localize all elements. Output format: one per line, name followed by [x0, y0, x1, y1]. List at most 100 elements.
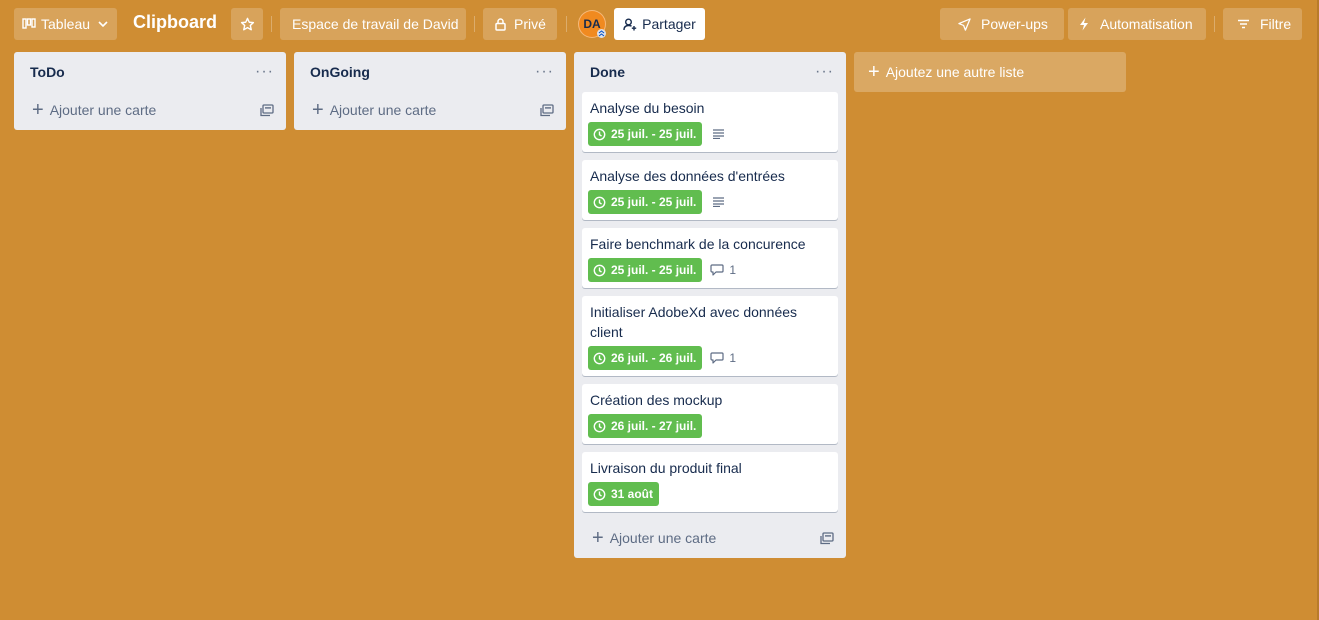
comment-icon: [710, 352, 724, 364]
clock-icon: [593, 264, 606, 277]
clock-icon: [593, 488, 606, 501]
admin-chevron-icon: [597, 29, 606, 38]
divider: [474, 16, 475, 32]
card-title: Création des mockup: [590, 392, 723, 408]
filter-button[interactable]: Filtre: [1223, 8, 1302, 40]
due-date-badge[interactable]: 26 juil. - 27 juil.: [588, 414, 703, 438]
comment-icon: [710, 264, 724, 276]
rocket-icon: [958, 17, 971, 31]
list-header: OnGoing ···: [294, 52, 566, 92]
card-title: Analyse du besoin: [590, 100, 705, 116]
powerups-label: Power-ups: [981, 16, 1048, 32]
card-badges: 31 août: [588, 482, 830, 506]
due-date-badge[interactable]: 25 juil. - 25 juil.: [588, 190, 703, 214]
plus-icon: +: [868, 61, 880, 83]
due-date-badge[interactable]: 25 juil. - 25 juil.: [588, 122, 703, 146]
due-date-text: 25 juil. - 25 juil.: [611, 127, 697, 141]
card-badges: 26 juil. - 26 juil. 1: [588, 346, 830, 370]
due-date-text: 26 juil. - 27 juil.: [611, 419, 697, 433]
clock-icon: [593, 128, 606, 141]
card-badges: 25 juil. - 25 juil.: [588, 122, 830, 146]
comment-badge: 1: [710, 351, 736, 365]
card-badges: 25 juil. - 25 juil. 1: [588, 258, 830, 282]
share-label: Partager: [642, 16, 696, 32]
due-date-text: 26 juil. - 26 juil.: [611, 351, 697, 365]
view-switcher-label: Tableau: [41, 16, 91, 32]
automation-label: Automatisation: [1100, 16, 1193, 32]
plus-icon: +: [312, 99, 324, 121]
description-icon: [712, 197, 725, 207]
board-icon: [22, 18, 36, 30]
workspace-button[interactable]: Espace de travail de David: [280, 8, 466, 40]
card[interactable]: Analyse des données d'entrées 25 juil. -…: [582, 160, 838, 220]
add-person-icon: [623, 18, 637, 31]
comment-count: 1: [729, 351, 737, 365]
list-title[interactable]: OnGoing: [310, 64, 370, 80]
due-date-badge[interactable]: 26 juil. - 26 juil.: [588, 346, 703, 370]
add-list-button[interactable]: + Ajoutez une autre liste: [854, 52, 1126, 92]
chevron-down-icon: [98, 21, 108, 27]
card-template-icon[interactable]: [260, 103, 274, 117]
card-title: Livraison du produit final: [590, 460, 742, 476]
card[interactable]: Création des mockup 26 juil. - 27 juil.: [582, 384, 838, 444]
list-title[interactable]: ToDo: [30, 64, 65, 80]
add-card-button[interactable]: + Ajouter une carte: [574, 520, 846, 556]
card[interactable]: Faire benchmark de la concurence 25 juil…: [582, 228, 838, 288]
more-icon[interactable]: ···: [535, 64, 554, 80]
list-header: ToDo ···: [14, 52, 286, 92]
divider: [1214, 16, 1215, 32]
add-card-label: Ajouter une carte: [49, 102, 157, 118]
due-date-badge[interactable]: 31 août: [588, 482, 660, 506]
list-title[interactable]: Done: [590, 64, 625, 80]
card-template-icon[interactable]: [820, 531, 834, 545]
board-header: Tableau Clipboard Espace de travail de D…: [0, 0, 1319, 48]
add-card-label: Ajouter une carte: [329, 102, 437, 118]
card-template-icon[interactable]: [540, 103, 554, 117]
list-todo: ToDo ··· + Ajouter une carte: [14, 52, 286, 130]
due-date-badge[interactable]: 25 juil. - 25 juil.: [588, 258, 703, 282]
card-badges: 25 juil. - 25 juil.: [588, 190, 830, 214]
list-ongoing: OnGoing ··· + Ajouter une carte: [294, 52, 566, 130]
comment-badge: 1: [710, 263, 736, 277]
add-card-label: Ajouter une carte: [609, 530, 717, 546]
share-button[interactable]: Partager: [614, 8, 705, 40]
more-icon[interactable]: ···: [255, 64, 274, 80]
due-date-text: 25 juil. - 25 juil.: [611, 263, 697, 277]
card-badges: 26 juil. - 27 juil.: [588, 414, 830, 438]
card-title: Analyse des données d'entrées: [590, 168, 785, 184]
card[interactable]: Livraison du produit final 31 août: [582, 452, 838, 512]
lock-icon: [495, 17, 506, 31]
star-button[interactable]: [231, 8, 263, 40]
due-date-text: 31 août: [611, 487, 654, 501]
view-switcher-button[interactable]: Tableau: [14, 8, 117, 40]
automation-button[interactable]: Automatisation: [1068, 8, 1206, 40]
bolt-icon: [1079, 17, 1089, 31]
add-card-button[interactable]: + Ajouter une carte: [294, 92, 566, 128]
card-title: Faire benchmark de la concurence: [590, 236, 806, 252]
comment-count: 1: [729, 263, 737, 277]
star-icon: [240, 17, 255, 32]
visibility-label: Privé: [514, 16, 546, 32]
powerups-button[interactable]: Power-ups: [940, 8, 1064, 40]
due-date-text: 25 juil. - 25 juil.: [611, 195, 697, 209]
clock-icon: [593, 420, 606, 433]
divider: [566, 16, 567, 32]
more-icon[interactable]: ···: [815, 64, 834, 80]
card[interactable]: Analyse du besoin 25 juil. - 25 juil.: [582, 92, 838, 152]
card-title: Initialiser AdobeXd avec données client: [590, 304, 798, 340]
list-header: Done ···: [574, 52, 846, 92]
card[interactable]: Initialiser AdobeXd avec données client …: [582, 296, 838, 376]
board-title[interactable]: Clipboard: [133, 12, 217, 33]
description-icon: [712, 129, 725, 139]
divider: [271, 16, 272, 32]
filter-icon: [1237, 19, 1250, 29]
visibility-button[interactable]: Privé: [483, 8, 557, 40]
add-card-button[interactable]: + Ajouter une carte: [14, 92, 286, 128]
clock-icon: [593, 352, 606, 365]
filter-label: Filtre: [1260, 16, 1292, 32]
add-list-label: Ajoutez une autre liste: [885, 64, 1025, 80]
plus-icon: +: [32, 99, 44, 121]
list-done: Done ··· Analyse du besoin 25 juil. - 25…: [574, 52, 846, 558]
clock-icon: [593, 196, 606, 209]
plus-icon: +: [592, 527, 604, 549]
